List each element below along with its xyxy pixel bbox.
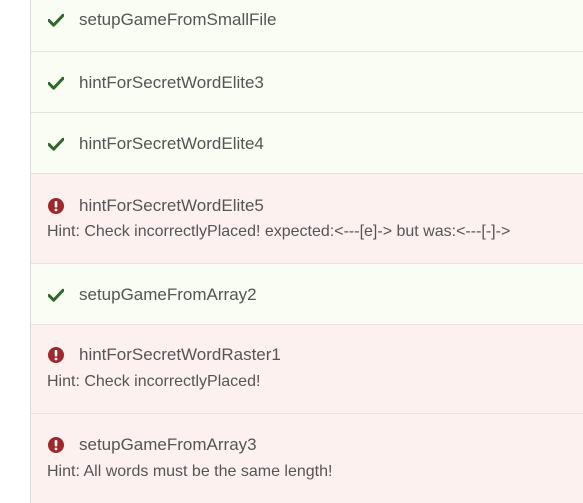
test-result-row: setupGameFromArray2 bbox=[31, 264, 583, 325]
test-results-list: setupGameFromSmallFile hintForSecretWord… bbox=[30, 0, 583, 503]
test-results-page: setupGameFromSmallFile hintForSecretWord… bbox=[0, 0, 583, 503]
exclamation-circle-icon bbox=[48, 437, 64, 453]
test-name: setupGameFromSmallFile bbox=[79, 10, 277, 29]
test-hint: Hint: All words must be the same length! bbox=[47, 463, 333, 480]
test-hint: Hint: Check incorrectlyPlaced! expected:… bbox=[47, 223, 511, 240]
test-result-row: hintForSecretWordElite4 bbox=[31, 113, 583, 174]
test-name: hintForSecretWordElite3 bbox=[79, 73, 264, 92]
test-result-row: hintForSecretWordElite3 bbox=[31, 52, 583, 113]
exclamation-circle-icon bbox=[48, 347, 64, 363]
test-result-row: setupGameFromSmallFile bbox=[31, 0, 583, 52]
test-result-row: hintForSecretWordElite5 Hint: Check inco… bbox=[31, 174, 583, 264]
check-icon bbox=[48, 136, 64, 152]
test-name: hintForSecretWordRaster1 bbox=[79, 345, 281, 364]
test-hint: Hint: Check incorrectlyPlaced! bbox=[47, 373, 261, 390]
test-name: hintForSecretWordElite4 bbox=[79, 134, 264, 153]
test-name: hintForSecretWordElite5 bbox=[79, 196, 264, 215]
check-icon bbox=[48, 287, 64, 303]
test-name: setupGameFromArray3 bbox=[79, 435, 257, 454]
test-result-row: hintForSecretWordRaster1 Hint: Check inc… bbox=[31, 325, 583, 414]
check-icon bbox=[48, 12, 64, 28]
test-name: setupGameFromArray2 bbox=[79, 285, 257, 304]
test-result-row: setupGameFromArray3 Hint: All words must… bbox=[31, 414, 583, 503]
check-icon bbox=[48, 75, 64, 91]
exclamation-circle-icon bbox=[48, 198, 64, 214]
